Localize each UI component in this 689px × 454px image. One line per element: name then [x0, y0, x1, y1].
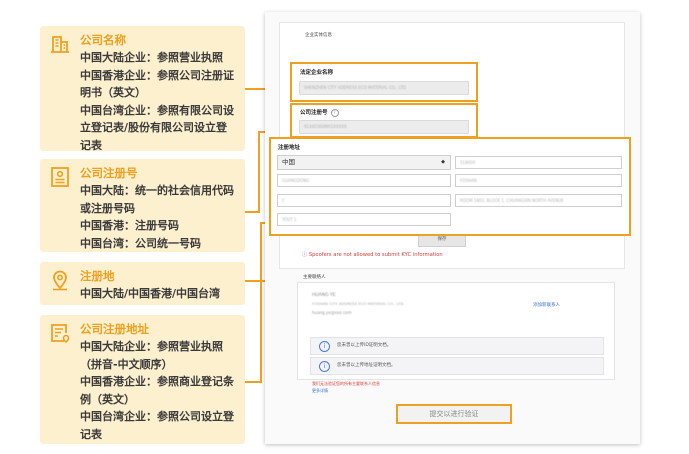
annotation-registration-number: 公司注册号 中国大陆：统一的社会信用代码或注册号码 中国香港：注册号码 中国台湾… — [40, 159, 245, 252]
connector-line — [260, 222, 262, 383]
location-pin-icon — [53, 270, 67, 291]
country-select[interactable]: 中国 ◆ — [277, 155, 451, 170]
address-document-icon — [51, 324, 70, 343]
connector-line — [245, 211, 259, 213]
annotation-body: 中国大陆：统一的社会信用代码或注册号码 中国香港：注册号码 中国台湾：公司统一号… — [80, 184, 234, 250]
select-arrow-icon: ◆ — [441, 159, 445, 165]
annotation-registration-place: 注册地 中国大陆/中国香港/中国台湾 — [40, 262, 245, 305]
contact-email: huang.ye@xxx.com — [312, 310, 352, 315]
address-field[interactable]: 518000 — [455, 156, 622, 169]
annotation-registered-address: 公司注册地址 中国大陆企业：参照营业执照（拼音-中文顺序） 中国香港企业：参照商… — [40, 315, 245, 444]
connector-line — [258, 131, 260, 213]
info-icon: i — [319, 341, 330, 352]
annotation-title: 注册地 — [80, 269, 115, 283]
id-card-icon — [51, 167, 69, 187]
address-proof-notice: i 您未曾以上传地址证明文档。 — [310, 357, 604, 375]
annotation-body: 中国大陆企业：参照营业执照 中国香港企业：参照公司注册证明书（英文） 中国台湾企… — [80, 51, 234, 152]
info-icon: i — [319, 361, 330, 372]
company-name-field[interactable]: SHENZHEN CITY ADDRESS ECO MATERIAL CO., … — [299, 81, 469, 95]
more-details-link[interactable]: 更多详情 — [312, 388, 328, 394]
warning-icon: ⓘ — [302, 252, 309, 258]
building-icon — [51, 36, 69, 53]
address-field[interactable]: YOUT 1 — [277, 213, 451, 226]
address-field[interactable]: ROOM 1803, BLOCK 1, CHUANGXIN NORTH AVEN… — [455, 194, 622, 207]
contact-name: HUANG YE — [312, 293, 336, 298]
annotation-body: 中国大陆/中国香港/中国台湾 — [80, 287, 221, 300]
id-proof-notice: i 您未曾以上传ID证明文档。 — [310, 337, 604, 355]
annotation-body: 中国大陆企业：参照营业执照（拼音-中文顺序） 中国香港企业：参照商业登记条例（英… — [80, 340, 234, 441]
company-name-label: 法定企业名称 — [300, 70, 334, 76]
country-select-value: 中国 — [282, 158, 295, 166]
connector-line — [245, 381, 261, 383]
warning-message: ⓘ Spoofers are not allowed to submit KYC… — [302, 252, 443, 258]
annotation-title: 公司注册号 — [80, 166, 138, 180]
footer-note: 我们无法验证您的所有主要联系人信息 — [312, 381, 380, 386]
registration-number-highlight: 公司注册号? 91440300MA5XXXXX — [290, 103, 478, 138]
annotation-title: 公司注册地址 — [80, 322, 149, 336]
contact-detail: FOSHAN CITY ADDRESS ECO MATERIAL CO., LT… — [312, 301, 405, 306]
add-contact-link[interactable]: 添加新联系人 — [533, 302, 560, 308]
registration-number-label: 公司注册号? — [300, 108, 339, 117]
address-field[interactable]: FOSHAN — [455, 174, 622, 187]
registration-number-field[interactable]: 91440300MA5XXXXX — [299, 120, 469, 134]
section-title: 企业实体信息 — [305, 33, 332, 38]
submit-verification-button[interactable]: 提交以进行验证 — [396, 404, 512, 424]
help-icon[interactable]: ? — [330, 109, 339, 117]
company-name-highlight: 法定企业名称 SHENZHEN CITY ADDRESS ECO MATERIA… — [290, 62, 478, 102]
annotation-title: 公司名称 — [80, 33, 126, 47]
annotation-company-name: 公司名称 中国大陆企业：参照营业执照 中国香港企业：参照公司注册证明书（英文） … — [40, 26, 245, 152]
registered-address-label: 注册地址 — [278, 145, 301, 151]
address-field[interactable]: GUANGDONG — [277, 174, 451, 187]
address-field[interactable]: C — [277, 194, 451, 207]
contact-panel: HUANG YE FOSHAN CITY ADDRESS ECO MATERIA… — [297, 282, 615, 380]
registered-address-highlight: 注册地址 中国 ◆ 518000 GUANGDONG FOSHAN C ROOM… — [269, 137, 631, 236]
contact-section-title: 主要联络人 — [303, 275, 326, 280]
